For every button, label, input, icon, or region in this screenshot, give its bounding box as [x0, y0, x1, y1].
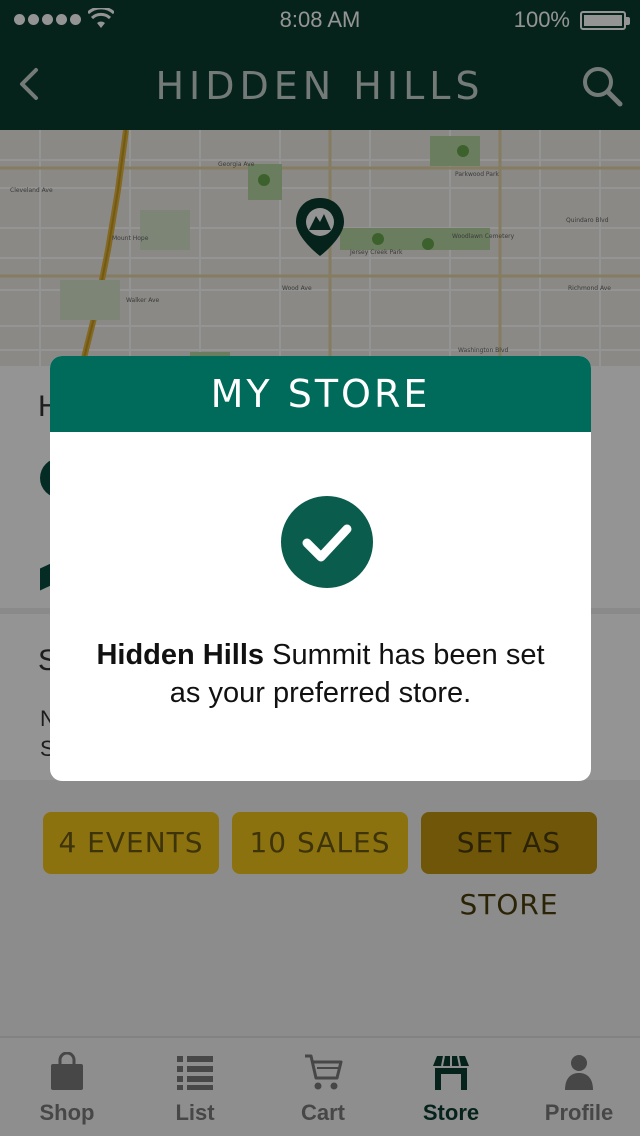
store-name: Hidden Hills — [96, 639, 265, 671]
my-store-dialog: MY STORE Hidden Hills Summit has been se… — [50, 356, 591, 781]
dialog-header: MY STORE — [50, 356, 591, 432]
dialog-title: MY STORE — [210, 372, 431, 416]
checkmark-icon — [281, 496, 373, 588]
confirmation-message: Hidden Hills Summit has been set as your… — [80, 636, 561, 712]
